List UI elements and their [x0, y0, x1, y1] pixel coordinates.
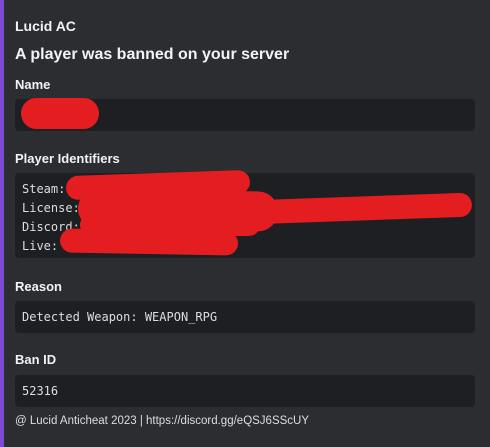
name-redaction [21, 98, 99, 129]
field-reason-label: Reason [15, 279, 62, 294]
embed-author: Lucid AC [15, 18, 76, 34]
embed-accent-bar [0, 0, 4, 447]
field-banid-value: 52316 [15, 375, 475, 407]
field-banid-label: Ban ID [15, 352, 57, 367]
live-redaction [59, 228, 239, 256]
embed-footer: @ Lucid Anticheat 2023 | https://discord… [15, 415, 310, 427]
field-identifiers-label: Player Identifiers [15, 151, 120, 166]
ban-id-text: 52316 [22, 384, 59, 398]
field-name-label: Name [15, 77, 51, 92]
embed-title: A player was banned on your server [15, 46, 290, 63]
reason-text: Detected Weapon: WEAPON_RPG [22, 310, 218, 324]
field-reason-value: Detected Weapon: WEAPON_RPG [15, 301, 475, 333]
embed-card: Lucid AC A player was banned on your ser… [0, 0, 490, 447]
